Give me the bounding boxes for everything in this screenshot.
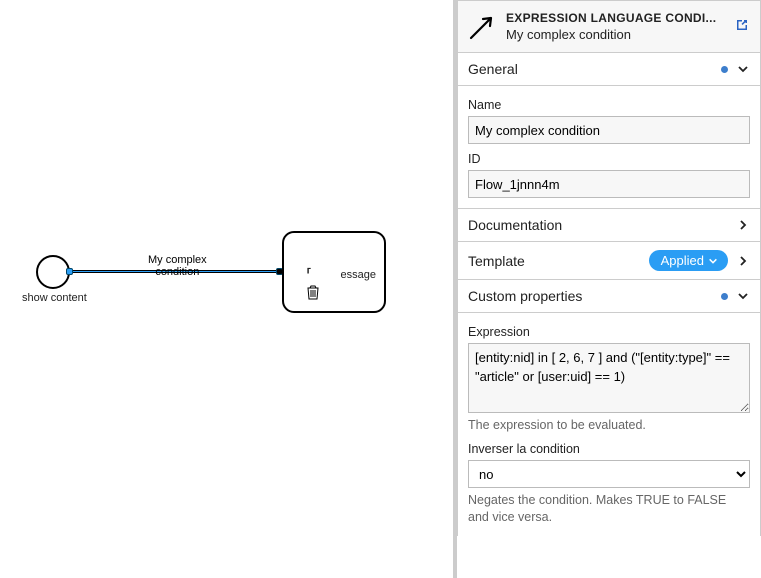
- flow-label-line2: condition: [148, 266, 207, 278]
- negate-select[interactable]: no: [468, 460, 750, 488]
- section-template-head[interactable]: Template Applied: [457, 242, 761, 280]
- chevron-right-icon: [736, 218, 750, 232]
- negate-label: Inverser la condition: [468, 442, 750, 456]
- chevron-right-icon: [736, 254, 750, 268]
- text-annotation-icon: ⸢: [306, 265, 312, 285]
- section-custom-title: Custom properties: [468, 288, 713, 304]
- expression-help: The expression to be evaluated.: [468, 417, 750, 434]
- id-input[interactable]: [468, 170, 750, 198]
- badge-label: Applied: [661, 253, 704, 268]
- expression-label: Expression: [468, 325, 750, 339]
- task-node[interactable]: ⸢ essage: [282, 231, 386, 313]
- name-input[interactable]: [468, 116, 750, 144]
- section-template-title: Template: [468, 253, 641, 269]
- modified-dot-icon: [721, 66, 728, 73]
- modified-dot-icon: [721, 293, 728, 300]
- section-documentation-head[interactable]: Documentation: [457, 209, 761, 242]
- section-general-head[interactable]: General: [457, 53, 761, 86]
- task-node-label: essage: [341, 269, 376, 281]
- negate-help: Negates the condition. Makes TRUE to FAL…: [468, 492, 750, 526]
- panel-title: EXPRESSION LANGUAGE CONDI...: [506, 11, 724, 25]
- chevron-down-icon: [708, 256, 718, 266]
- panel-subtitle: My complex condition: [506, 27, 724, 42]
- flow-source-dot[interactable]: [66, 268, 73, 275]
- open-external-icon[interactable]: [734, 17, 750, 36]
- expression-input[interactable]: [entity:nid] in [ 2, 6, 7 ] and ("[entit…: [468, 343, 750, 413]
- arrow-icon: [468, 13, 496, 41]
- section-general-body: Name ID: [457, 86, 761, 209]
- trash-icon[interactable]: [306, 285, 320, 304]
- section-custom-body: Expression [entity:nid] in [ 2, 6, 7 ] a…: [457, 313, 761, 536]
- diagram-canvas[interactable]: show content My complex condition ⸢ essa…: [0, 0, 453, 578]
- flow-label-line1: My complex: [148, 254, 207, 266]
- chevron-down-icon: [736, 62, 750, 76]
- section-documentation-title: Documentation: [468, 217, 728, 233]
- chevron-down-icon: [736, 289, 750, 303]
- section-custom-head[interactable]: Custom properties: [457, 280, 761, 313]
- start-event-node[interactable]: [36, 255, 70, 289]
- template-applied-badge[interactable]: Applied: [649, 250, 728, 271]
- id-label: ID: [468, 152, 750, 166]
- panel-header: EXPRESSION LANGUAGE CONDI... My complex …: [457, 0, 761, 53]
- name-label: Name: [468, 98, 750, 112]
- section-general-title: General: [468, 61, 713, 77]
- properties-panel: EXPRESSION LANGUAGE CONDI... My complex …: [453, 0, 761, 578]
- start-event-label: show content: [22, 292, 87, 304]
